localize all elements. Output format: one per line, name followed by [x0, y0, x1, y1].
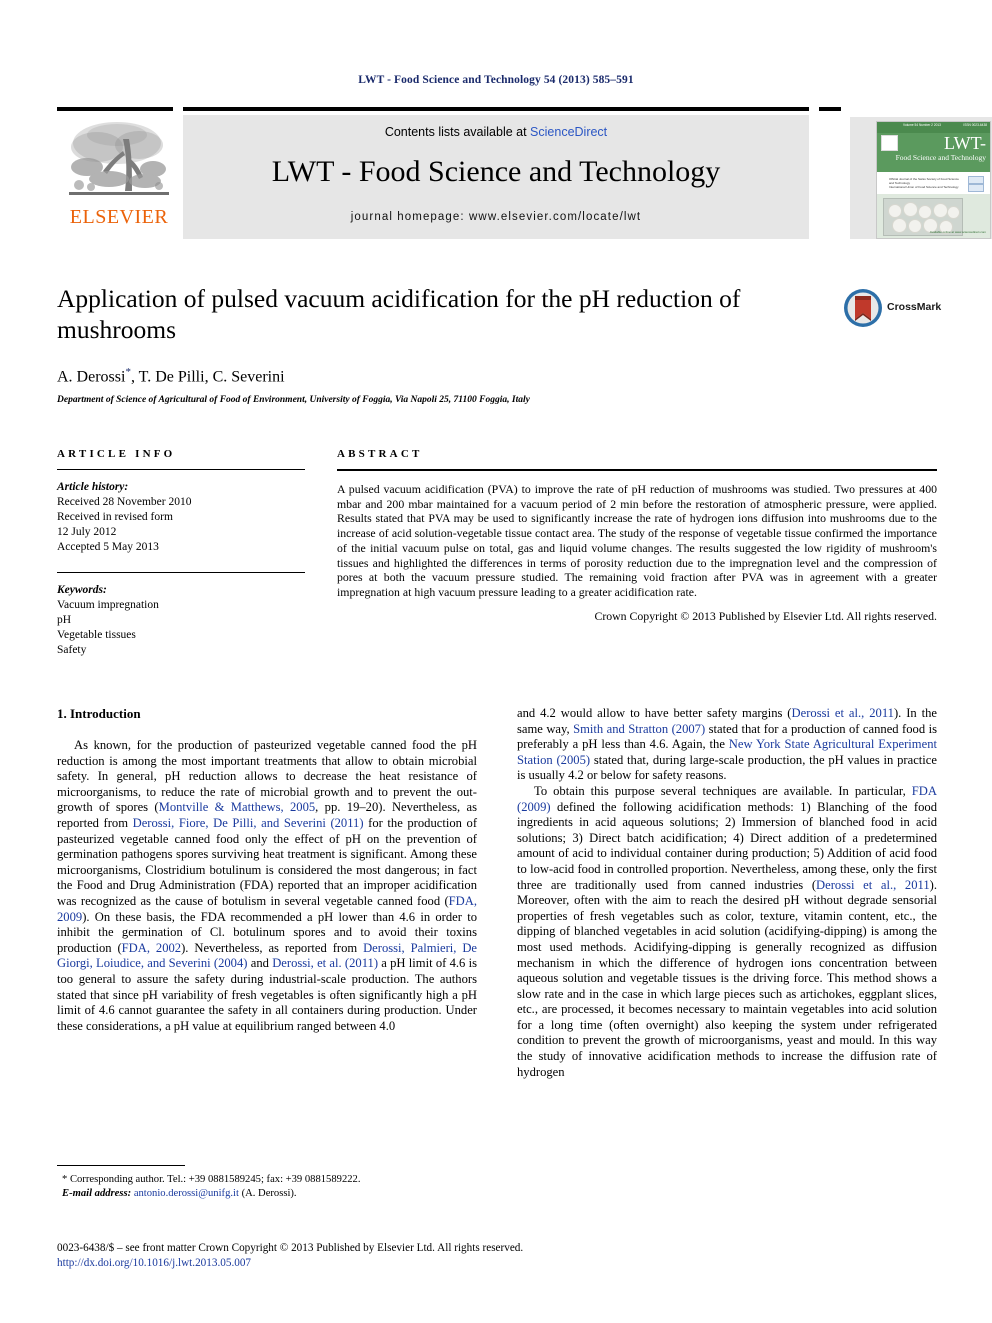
journal-homepage-link[interactable]: journal homepage: www.elsevier.com/locat… [183, 211, 809, 223]
keywords-divider [57, 572, 305, 573]
sciencedirect-link[interactable]: ScienceDirect [530, 125, 607, 139]
article-history-label: Article history: [57, 481, 129, 493]
contents-available-line: Contents lists available at ScienceDirec… [183, 125, 809, 139]
author-rest: , T. De Pilli, C. Severini [130, 368, 285, 386]
paragraph: As known, for the production of pasteuri… [57, 738, 477, 1034]
citation-link[interactable]: Derossi, Fiore, De Pilli, and Severini (… [133, 816, 364, 830]
keywords-block: Keywords: Vacuum impregnation pH Vegetab… [57, 583, 305, 658]
cover-mid-panel: Official Journal of the Swiss Society of… [877, 172, 990, 194]
keyword-item: Safety [57, 644, 87, 656]
article-history-block: Article history: Received 28 November 20… [57, 480, 305, 555]
text-run: and [247, 956, 273, 971]
contents-prefix: Contents lists available at [384, 125, 531, 139]
cover-subtitle: Food Science and Technology [895, 153, 986, 162]
title-block: Application of pulsed vacuum acidificati… [57, 283, 797, 405]
doi-link[interactable]: http://dx.doi.org/10.1016/j.lwt.2013.05.… [57, 1256, 937, 1271]
abstract-text: A pulsed vacuum acidification (PVA) to i… [337, 482, 937, 599]
journal-cover-thumbnail[interactable]: Volume 54 Number 2 2013 ISSN 0023-6438 L… [850, 117, 992, 239]
author-first: A. Derossi [57, 368, 126, 386]
article-info-divider [57, 469, 305, 470]
footnote-block: * Corresponding author. Tel.: +39 088158… [57, 1165, 477, 1200]
email-attribution: (A. Derossi). [241, 1187, 297, 1199]
author-list: A. Derossi*, T. De Pilli, C. Severini [57, 366, 797, 386]
text-run: ). Moreover, often with the aim to reach… [517, 877, 937, 1079]
text-run: To obtain this purpose several technique… [534, 783, 912, 798]
elsevier-logo: ELSEVIER [65, 117, 173, 237]
cover-top-bar: Volume 54 Number 2 2013 ISSN 0023-6438 [877, 122, 990, 133]
masthead-rule-mid [183, 107, 809, 111]
article-info-heading: ARTICLE INFO [57, 448, 176, 460]
email-link[interactable]: antonio.derossi@unifg.it [134, 1188, 239, 1199]
abstract-copyright: Crown Copyright © 2013 Published by Else… [594, 608, 937, 623]
history-item: Received in revised form [57, 511, 173, 523]
section-heading-introduction: 1. Introduction [57, 706, 141, 721]
footnote-divider [57, 1165, 185, 1166]
abstract-column: ABSTRACT A pulsed vacuum acidification (… [337, 448, 937, 624]
keywords-label: Keywords: [57, 584, 107, 596]
journal-band: Contents lists available at ScienceDirec… [183, 115, 809, 239]
crossmark-icon [844, 289, 882, 327]
cover-society-line-2: International Union of Food Science and … [889, 185, 959, 189]
elsevier-wordmark: ELSEVIER [69, 206, 169, 228]
elsevier-tree-icon [69, 122, 169, 195]
email-label: E-mail address: [62, 1187, 132, 1199]
crossmark-badge[interactable]: CrossMark [843, 288, 942, 330]
citation-link[interactable]: Derossi, et al. (2011) [272, 956, 378, 970]
citation-link[interactable]: Smith and Stratton (2007) [573, 722, 705, 736]
citation-link[interactable]: FDA, 2002 [122, 941, 181, 955]
cover-title: LWT- [944, 133, 986, 153]
cover-issn-text: ISSN 0023-6438 [963, 123, 987, 127]
body-column-left: 1. Introduction As known, for the produc… [57, 706, 477, 1034]
paragraph: To obtain this purpose several technique… [517, 784, 937, 1080]
history-item: 12 July 2012 [57, 526, 117, 538]
text-run: ). Nevertheless, as reported from [181, 940, 364, 955]
cover-badge-2 [968, 184, 984, 192]
running-head: LWT - Food Science and Technology 54 (20… [358, 74, 634, 86]
cover-footnote: Available online at www.sciencedirect.co… [929, 230, 986, 234]
citation-link[interactable]: Derossi et al., 2011 [792, 706, 894, 720]
journal-masthead: ELSEVIER Contents lists available at Sci… [57, 107, 992, 239]
cover-society-line-1: Official Journal of the Swiss Society of… [889, 177, 959, 185]
email-note: E-mail address: antonio.derossi@unifg.it… [57, 1187, 477, 1201]
paragraph: and 4.2 would allow to have better safet… [517, 706, 937, 784]
affiliation: Department of Science of Agricultural of… [57, 395, 530, 406]
masthead-rule-left [57, 107, 173, 111]
cover-top-panel: Volume 54 Number 2 2013 ISSN 0023-6438 L… [877, 122, 990, 172]
history-item: Accepted 5 May 2013 [57, 541, 159, 553]
colophon: 0023-6438/$ – see front matter Crown Cop… [57, 1241, 937, 1271]
history-item: Received 28 November 2010 [57, 496, 192, 508]
masthead-rule-right [819, 107, 841, 111]
cover-inner: Volume 54 Number 2 2013 ISSN 0023-6438 L… [876, 121, 991, 239]
crossmark-label: CrossMark [887, 301, 942, 313]
citation-link[interactable]: Derossi et al., 2011 [816, 878, 930, 892]
corresponding-author-note: * Corresponding author. Tel.: +39 088158… [62, 1174, 361, 1185]
keyword-item: pH [57, 614, 72, 626]
text-run: and 4.2 would allow to have better safet… [517, 706, 792, 720]
paper-page: LWT - Food Science and Technology 54 (20… [0, 0, 992, 1323]
keyword-item: Vegetable tissues [57, 629, 136, 641]
cover-badge-1 [968, 176, 984, 184]
page-title: Application of pulsed vacuum acidificati… [57, 284, 741, 344]
journal-title: LWT - Food Science and Technology [271, 155, 721, 188]
cover-bottom-panel: Available online at www.sciencedirect.co… [877, 194, 990, 238]
abstract-heading: ABSTRACT [337, 448, 423, 460]
body-column-right: and 4.2 would allow to have better safet… [517, 706, 937, 1080]
body-columns: 1. Introduction As known, for the produc… [57, 706, 937, 1186]
abstract-divider [337, 469, 937, 471]
citation-link[interactable]: Montville & Matthews, 2005 [159, 800, 316, 814]
colophon-copyright: 0023-6438/$ – see front matter Crown Cop… [57, 1242, 524, 1254]
keyword-item: Vacuum impregnation [57, 599, 159, 611]
article-info-column: ARTICLE INFO Article history: Received 2… [57, 448, 305, 658]
cover-volume-text: Volume 54 Number 2 2013 [903, 123, 941, 127]
